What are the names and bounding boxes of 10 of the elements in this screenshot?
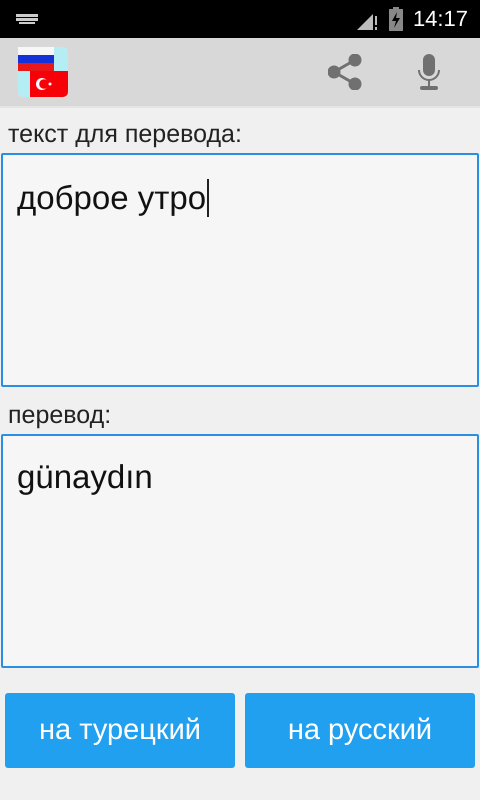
input-field[interactable]: доброе утро (1, 153, 479, 387)
source-label: текст для перевода: (7, 119, 243, 150)
battery-icon (388, 7, 403, 31)
translation-label: перевод: (7, 400, 112, 431)
share-icon[interactable] (328, 54, 362, 90)
keyboard-icon (16, 14, 38, 24)
output-field[interactable]: günaydın (1, 434, 479, 668)
clock-time: 14:17 (412, 6, 468, 32)
app-logo[interactable] (18, 47, 68, 97)
microphone-icon[interactable] (418, 54, 440, 90)
